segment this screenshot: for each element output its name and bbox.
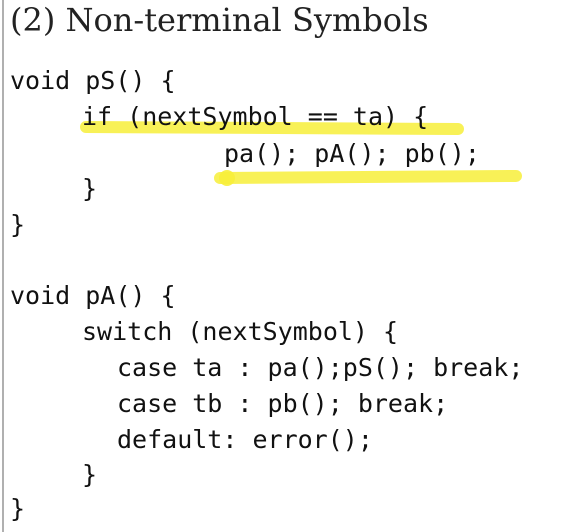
highlight-calls-line [213, 169, 523, 185]
section-title: (2) Non-terminal Symbols [10, 1, 429, 39]
code-line-pS-if-close: } [82, 174, 98, 203]
code-line-pA-close: } [10, 494, 26, 523]
code-line-pA-default: default: error(); [117, 425, 373, 454]
code-line-pA-case-tb: case tb : pb(); break; [117, 389, 449, 418]
left-margin-rule [2, 0, 4, 532]
code-line-pS-calls: pa(); pA(); pb(); [224, 139, 480, 168]
code-line-pA-switch: switch (nextSymbol) { [82, 317, 399, 346]
code-line-pS-close: } [10, 210, 26, 239]
highlight-dot [219, 170, 235, 186]
code-line-pA-switch-close: } [82, 460, 98, 489]
code-line-pA-signature: void pA() { [10, 281, 176, 310]
code-line-pS-if: if (nextSymbol == ta) { [82, 102, 429, 131]
code-line-pA-case-ta: case ta : pa();pS(); break; [117, 353, 524, 382]
code-line-pS-signature: void pS() { [10, 66, 176, 95]
